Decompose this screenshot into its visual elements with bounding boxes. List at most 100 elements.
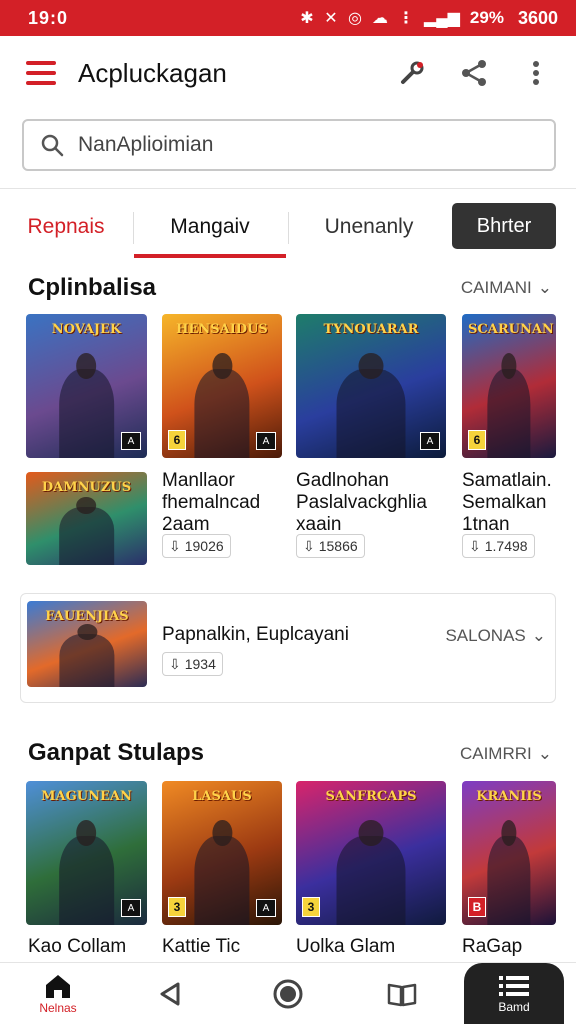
- see-all-link[interactable]: CAIMANI ⌄: [461, 278, 552, 298]
- nav-home[interactable]: Nelnas: [18, 963, 98, 1024]
- tab-separator: [288, 212, 289, 244]
- list-icon: [499, 976, 529, 996]
- game-tile[interactable]: TYNOUARAR A: [296, 314, 446, 458]
- nav-list[interactable]: Bamd: [464, 963, 564, 1024]
- battery-percent: 29%: [469, 8, 504, 27]
- game-tile[interactable]: SANFRCAPS 3: [296, 781, 446, 925]
- game-tile[interactable]: NOVAJEK A: [26, 314, 147, 458]
- game-tile[interactable]: SCARUNAN 6: [462, 314, 556, 458]
- size-value: 1934: [184, 656, 216, 672]
- tab-mangaiv[interactable]: Mangaiv: [134, 200, 286, 258]
- list-item-title[interactable]: Gadlnohan Paslalvackghlia xaain: [296, 470, 427, 536]
- character-figure: [487, 352, 531, 458]
- age-rating-icon: 6: [468, 430, 486, 450]
- nav-label: Nelnas: [39, 1001, 77, 1015]
- bluetooth-icon: ✱: [300, 10, 314, 27]
- publisher-badge-icon: A: [256, 432, 276, 450]
- size-value: 1.7498: [484, 538, 528, 554]
- age-rating-icon: 3: [168, 897, 186, 917]
- game-title[interactable]: Uolka Glam: [296, 936, 395, 958]
- nav-back[interactable]: [140, 963, 200, 1024]
- download-icon: ⇩: [469, 537, 481, 554]
- card-title: Papnalkin, Euplcayani: [162, 624, 349, 645]
- alarm-icon: ◎: [347, 10, 362, 27]
- game-title[interactable]: Kattie Tic: [162, 936, 240, 958]
- tile-art-title: FAUENJIAS: [45, 609, 129, 624]
- notification-icon: ⋮: [397, 10, 414, 27]
- app-title: Acpluckagan: [78, 57, 227, 88]
- character-figure: [58, 352, 115, 458]
- nav-home-circle[interactable]: [258, 963, 318, 1024]
- game-tile-small[interactable]: DAMNUZUS: [26, 472, 147, 565]
- wrench-icon[interactable]: [392, 53, 432, 93]
- nav-book[interactable]: [372, 963, 432, 1024]
- age-rating-icon: B: [468, 897, 486, 917]
- publisher-badge-icon: A: [420, 432, 440, 450]
- section-title: Cplinbalisa: [28, 274, 157, 301]
- card-action-button[interactable]: SALONAS ⌄: [445, 626, 546, 646]
- book-icon: [387, 983, 417, 1007]
- see-all-label: CAIMANI: [460, 278, 532, 297]
- mute-icon: ✕: [324, 10, 338, 27]
- card-action-label: SALONAS: [445, 626, 526, 645]
- tile-art-title: LASAUS: [192, 789, 252, 804]
- search-icon: [41, 134, 64, 157]
- game-title[interactable]: Kao Collam: [28, 936, 126, 958]
- tab-unenanly[interactable]: Unenanly: [300, 200, 438, 254]
- download-icon: ⇩: [169, 655, 181, 672]
- tile-art-title: DAMNUZUS: [41, 480, 132, 495]
- bottom-navigation: Nelnas Bamd: [0, 962, 576, 1024]
- download-icon: ⇩: [303, 537, 315, 554]
- status-time: 19:0: [28, 7, 69, 28]
- size-value: 15866: [318, 538, 358, 554]
- search-input[interactable]: NanAplioimian: [22, 119, 556, 171]
- game-tile[interactable]: LASAUS 3 A: [162, 781, 282, 925]
- tile-art-title: NOVAJEK: [51, 322, 122, 337]
- download-icon: ⇩: [169, 537, 181, 554]
- size-value: 19026: [184, 538, 224, 554]
- section-title: Ganpat Stulaps: [28, 739, 205, 766]
- tab-repnais[interactable]: Repnais: [16, 200, 116, 254]
- chevron-down-icon: ⌄: [537, 278, 552, 297]
- publisher-badge-icon: A: [256, 899, 276, 917]
- character-figure: [487, 819, 531, 925]
- app-bar: Acpluckagan: [0, 36, 576, 110]
- signal-icon: ▂▄▆: [423, 10, 460, 27]
- tile-art-title: MAGUNEAN: [41, 789, 132, 804]
- tile-art-title: SCARUNAN: [468, 322, 554, 337]
- chevron-down-icon: ⌄: [537, 744, 552, 763]
- publisher-badge-icon: A: [121, 899, 141, 917]
- age-rating-icon: 3: [302, 897, 320, 917]
- status-bar: 19:0 ✱ ✕ ◎ ☁ ⋮ ▂▄▆ 29% 3600: [0, 0, 576, 36]
- publisher-badge-icon: A: [121, 432, 141, 450]
- back-triangle-icon: [160, 982, 180, 1006]
- home-icon: [46, 975, 70, 998]
- divider: [0, 188, 576, 189]
- character-figure: [336, 352, 406, 458]
- status-clock-secondary: 3600: [517, 7, 558, 28]
- search-placeholder: NanAplioimian: [78, 133, 214, 156]
- list-item-title[interactable]: Manllaor fhemalncad 2aam: [162, 470, 260, 536]
- tile-art-title: KRANIIS: [476, 789, 542, 804]
- chevron-down-icon: ⌄: [531, 626, 546, 645]
- tab-bar: Repnais Mangaiv Unenanly Bhrter: [0, 200, 576, 258]
- share-icon[interactable]: [454, 53, 494, 93]
- more-vert-icon[interactable]: [516, 53, 556, 93]
- list-item-title[interactable]: Samatlain. Semalkan 1tnan: [462, 470, 552, 536]
- status-icons: ✱ ✕ ◎ ☁ ⋮ ▂▄▆ 29% 3600: [300, 8, 558, 29]
- card-thumbnail[interactable]: FAUENJIAS: [27, 601, 147, 687]
- hamburger-menu-icon[interactable]: [26, 61, 56, 85]
- size-badge: ⇩ 1934: [162, 652, 223, 676]
- tab-bhrter-button[interactable]: Bhrter: [452, 203, 556, 249]
- see-all-link[interactable]: CAIMRRI ⌄: [460, 744, 552, 764]
- character-figure: [194, 819, 250, 925]
- size-badge: ⇩ 1.7498: [462, 534, 535, 558]
- tile-art-title: SANFRCAPS: [325, 789, 417, 804]
- game-tile[interactable]: KRANIIS B: [462, 781, 556, 925]
- home-circle-icon: [273, 979, 303, 1009]
- character-figure: [336, 819, 406, 925]
- character-figure: [58, 497, 115, 565]
- game-tile[interactable]: MAGUNEAN A: [26, 781, 147, 925]
- game-title[interactable]: RaGap: [462, 936, 522, 958]
- game-tile[interactable]: HENSAIDUS 6 A: [162, 314, 282, 458]
